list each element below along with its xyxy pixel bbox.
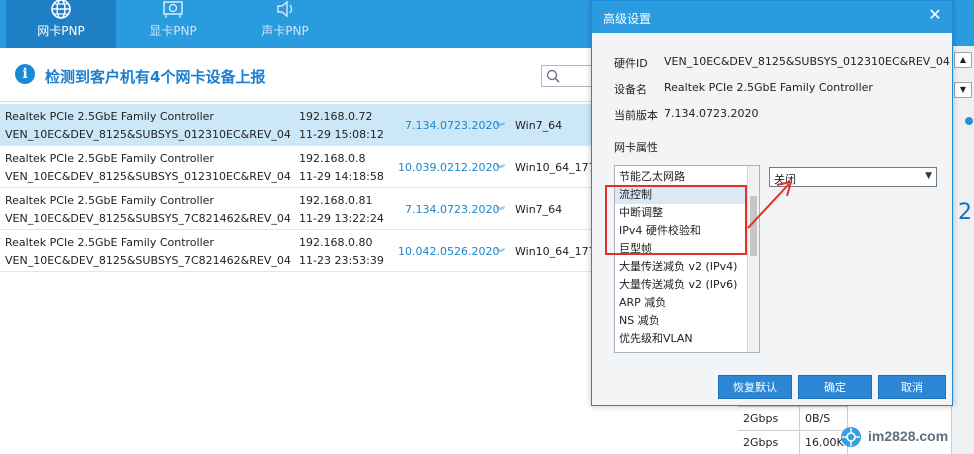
- os-version: Win10_64_177: [515, 161, 596, 174]
- device-ip: 192.168.0.81: [299, 194, 373, 207]
- os-version: Win7_64: [515, 119, 563, 132]
- report-time: 11-29 13:22:24: [299, 212, 384, 225]
- device-name: Realtek PCIe 2.5GbE Family Controller: [5, 152, 214, 165]
- table-row[interactable]: Realtek PCIe 2.5GbE Family Controller VE…: [0, 188, 600, 230]
- device-ip: 192.168.0.8: [299, 152, 366, 165]
- partial-number: 2: [958, 200, 972, 225]
- device-hwid: VEN_10EC&DEV_8125&SUBSYS_7C821462&REV_04: [5, 254, 291, 267]
- graphics-card-icon: [163, 1, 183, 18]
- device-name-label: 设备名: [614, 83, 647, 96]
- tab-label: 声卡PNP: [261, 24, 309, 38]
- nic-properties-label: 网卡属性: [614, 141, 658, 154]
- driver-version: 10.042.0526.2020: [398, 245, 500, 258]
- list-item[interactable]: ARP 减负: [615, 294, 747, 312]
- device-name-value: Realtek PCIe 2.5GbE Family Controller: [664, 81, 873, 94]
- tab-sound-pnp[interactable]: 声卡PNP: [230, 0, 340, 48]
- chevron-down-icon[interactable]: ︾: [496, 204, 505, 217]
- info-icon: i: [15, 64, 35, 84]
- tab-label: 显卡PNP: [149, 24, 197, 38]
- scroll-up-button[interactable]: ▲: [954, 52, 972, 68]
- chevron-down-icon[interactable]: ︾: [496, 162, 505, 175]
- list-item[interactable]: NS 减负: [615, 312, 747, 330]
- current-version-label: 当前版本: [614, 109, 658, 122]
- list-item[interactable]: 节能乙太网路: [615, 168, 747, 186]
- logo-icon: [841, 427, 861, 447]
- dialog-title: 高级设置: [603, 12, 652, 26]
- report-time: 11-29 14:18:58: [299, 170, 384, 183]
- ok-button[interactable]: 确定: [798, 375, 872, 399]
- restore-default-button[interactable]: 恢复默认: [718, 375, 792, 399]
- chevron-down-icon[interactable]: ︾: [496, 120, 505, 133]
- os-version: Win10_64_177: [515, 245, 596, 258]
- close-icon[interactable]: ✕: [926, 6, 944, 24]
- hwid-label: 硬件ID: [614, 57, 648, 70]
- watermark-text: im2828.com: [868, 428, 949, 444]
- list-item[interactable]: 大量传送减负 v2 (IPv4): [615, 258, 747, 276]
- divider: [0, 101, 600, 102]
- vertical-scrollbar[interactable]: [951, 46, 974, 454]
- chevron-down-icon: ▼: [925, 171, 932, 181]
- chevron-down-icon[interactable]: ︾: [496, 246, 505, 259]
- device-ip: 192.168.0.72: [299, 110, 373, 123]
- device-hwid: VEN_10EC&DEV_8125&SUBSYS_7C821462&REV_04: [5, 212, 291, 225]
- device-name: Realtek PCIe 2.5GbE Family Controller: [5, 194, 214, 207]
- device-ip: 192.168.0.80: [299, 236, 373, 249]
- link-speed: 2Gbps: [738, 407, 800, 431]
- status-dot-icon: [965, 117, 973, 125]
- table-row[interactable]: Realtek PCIe 2.5GbE Family Controller VE…: [0, 230, 600, 272]
- page-title: 检测到客户机有4个网卡设备上报: [45, 68, 266, 86]
- speaker-icon: [277, 0, 293, 18]
- scroll-down-button[interactable]: ▼: [954, 82, 972, 98]
- search-icon: [546, 69, 560, 83]
- list-item[interactable]: 大量传送减负 v2 (IPv6): [615, 276, 747, 294]
- link-speed: 2Gbps: [738, 431, 800, 454]
- watermark: im2828.com: [838, 424, 974, 450]
- globe-icon: [51, 0, 71, 19]
- arrow-icon: [747, 180, 793, 229]
- current-version-value: 7.134.0723.2020: [664, 107, 759, 120]
- dialog-title-bar: 高级设置 ✕: [592, 1, 952, 33]
- driver-version: 10.039.0212.2020: [398, 161, 500, 174]
- list-item[interactable]: 优先级和VLAN: [615, 330, 747, 348]
- table-row[interactable]: Realtek PCIe 2.5GbE Family Controller VE…: [0, 104, 600, 146]
- app-window: 网卡PNP 显卡PNP 声卡PNP i 检测到客户机有4个网卡设备上报 Real…: [0, 0, 974, 454]
- highlight-box: [605, 185, 747, 255]
- device-name: Realtek PCIe 2.5GbE Family Controller: [5, 236, 214, 249]
- device-hwid: VEN_10EC&DEV_8125&SUBSYS_012310EC&REV_04: [5, 170, 291, 183]
- tab-label: 网卡PNP: [37, 24, 85, 38]
- device-name: Realtek PCIe 2.5GbE Family Controller: [5, 110, 214, 123]
- table-row[interactable]: Realtek PCIe 2.5GbE Family Controller VE…: [0, 146, 600, 188]
- tab-nic-pnp[interactable]: 网卡PNP: [6, 0, 116, 48]
- report-time: 11-29 15:08:12: [299, 128, 384, 141]
- driver-version: 7.134.0723.2020: [405, 119, 500, 132]
- speed-table: 2Gbps 0B/S 2Gbps 16.00K: [738, 406, 848, 454]
- driver-version: 7.134.0723.2020: [405, 203, 500, 216]
- hwid-value: VEN_10EC&DEV_8125&SUBSYS_012310EC&REV_04: [664, 55, 950, 68]
- tab-gpu-pnp[interactable]: 显卡PNP: [118, 0, 228, 48]
- device-hwid: VEN_10EC&DEV_8125&SUBSYS_012310EC&REV_04: [5, 128, 291, 141]
- report-time: 11-23 23:53:39: [299, 254, 384, 267]
- os-version: Win7_64: [515, 203, 563, 216]
- cancel-button[interactable]: 取消: [878, 375, 946, 399]
